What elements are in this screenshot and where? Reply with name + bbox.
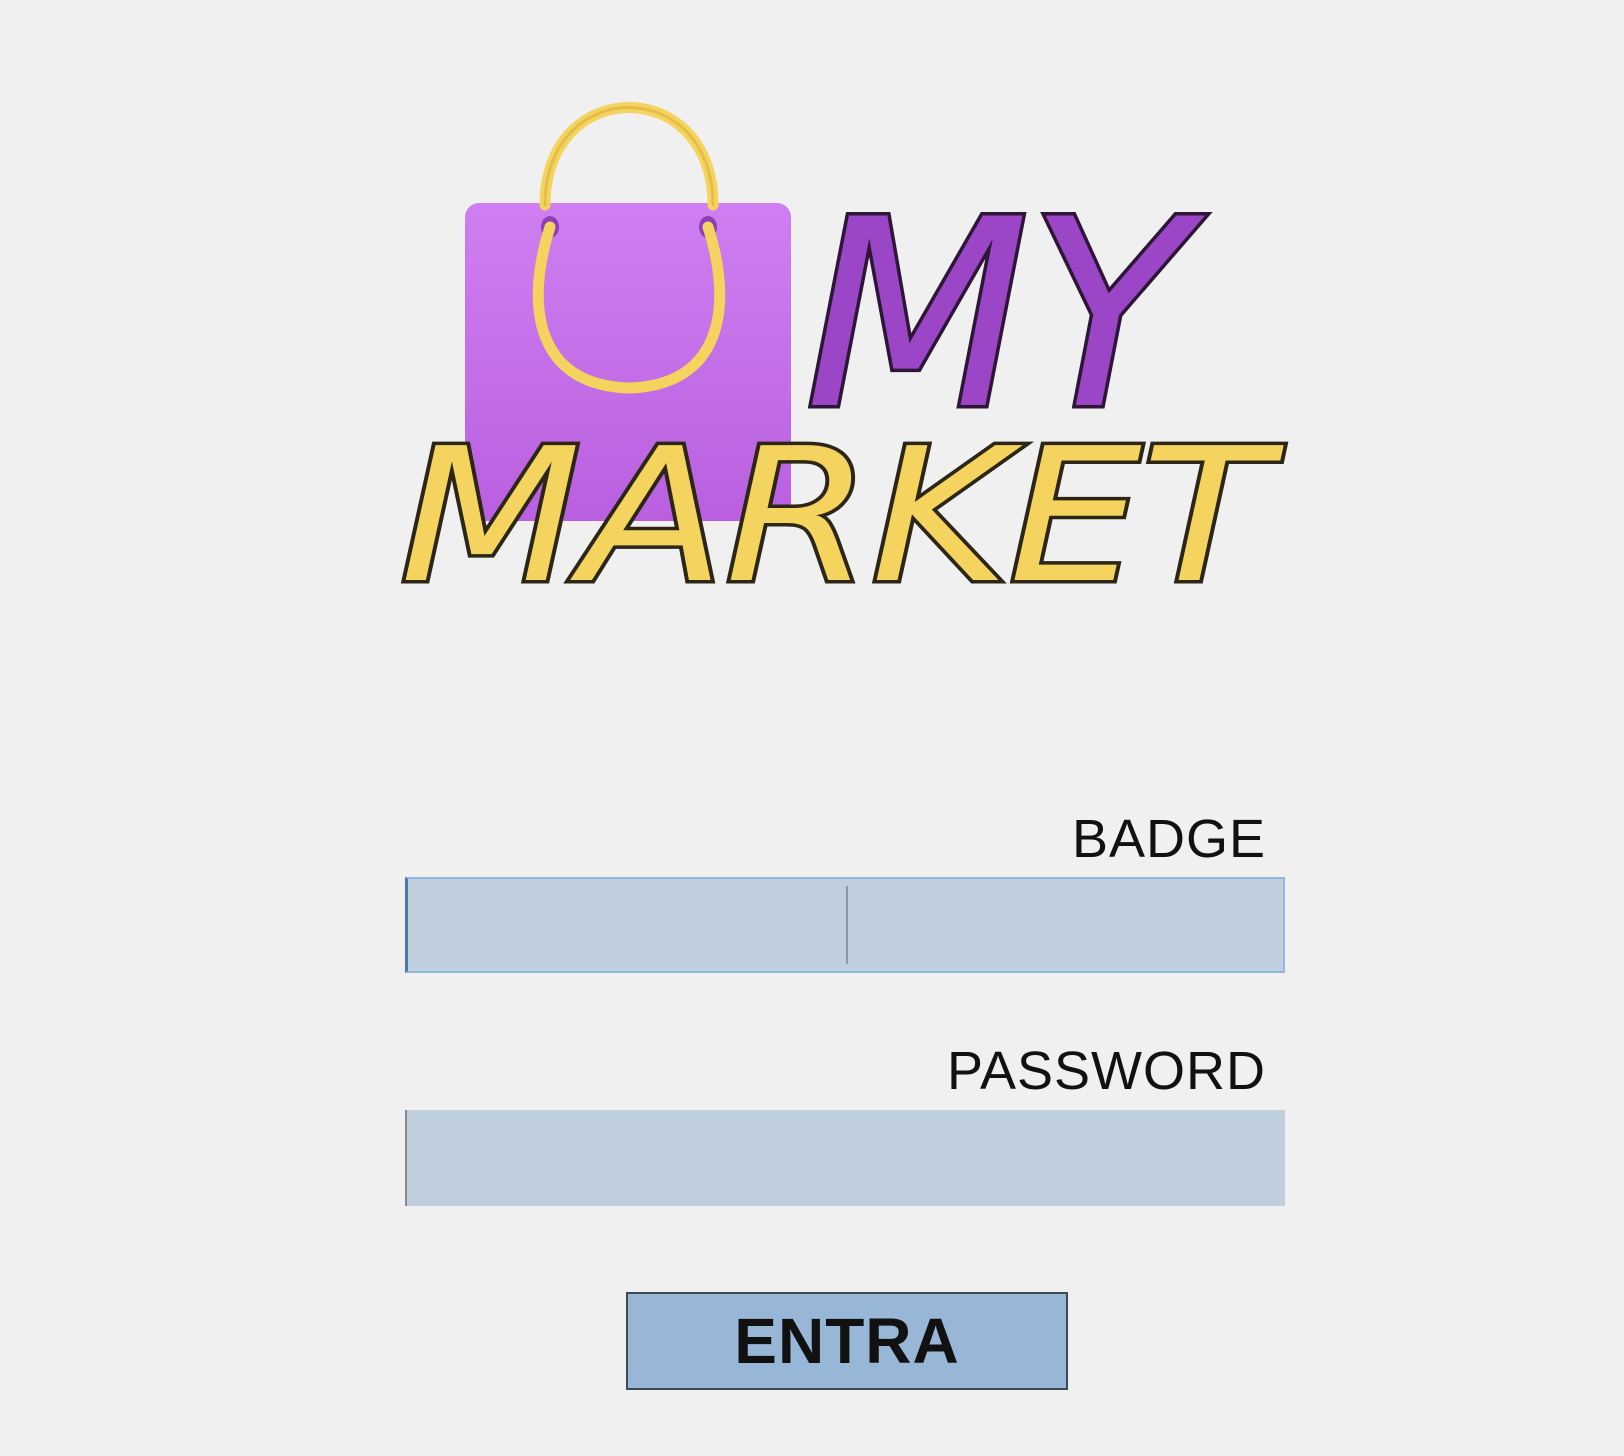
badge-label: BADGE bbox=[1071, 809, 1266, 869]
text-caret bbox=[846, 886, 848, 964]
logo-word-market: MARKET bbox=[400, 408, 1285, 624]
entra-button[interactable]: ENTRA bbox=[626, 1292, 1068, 1390]
password-label: PASSWORD bbox=[946, 1041, 1266, 1101]
password-input[interactable] bbox=[405, 1110, 1285, 1206]
login-screen: MY MARKET BADGE PASSWORD ENTRA bbox=[0, 0, 1624, 1456]
badge-input[interactable] bbox=[405, 877, 1285, 973]
my-market-logo: MY MARKET bbox=[395, 55, 1295, 630]
